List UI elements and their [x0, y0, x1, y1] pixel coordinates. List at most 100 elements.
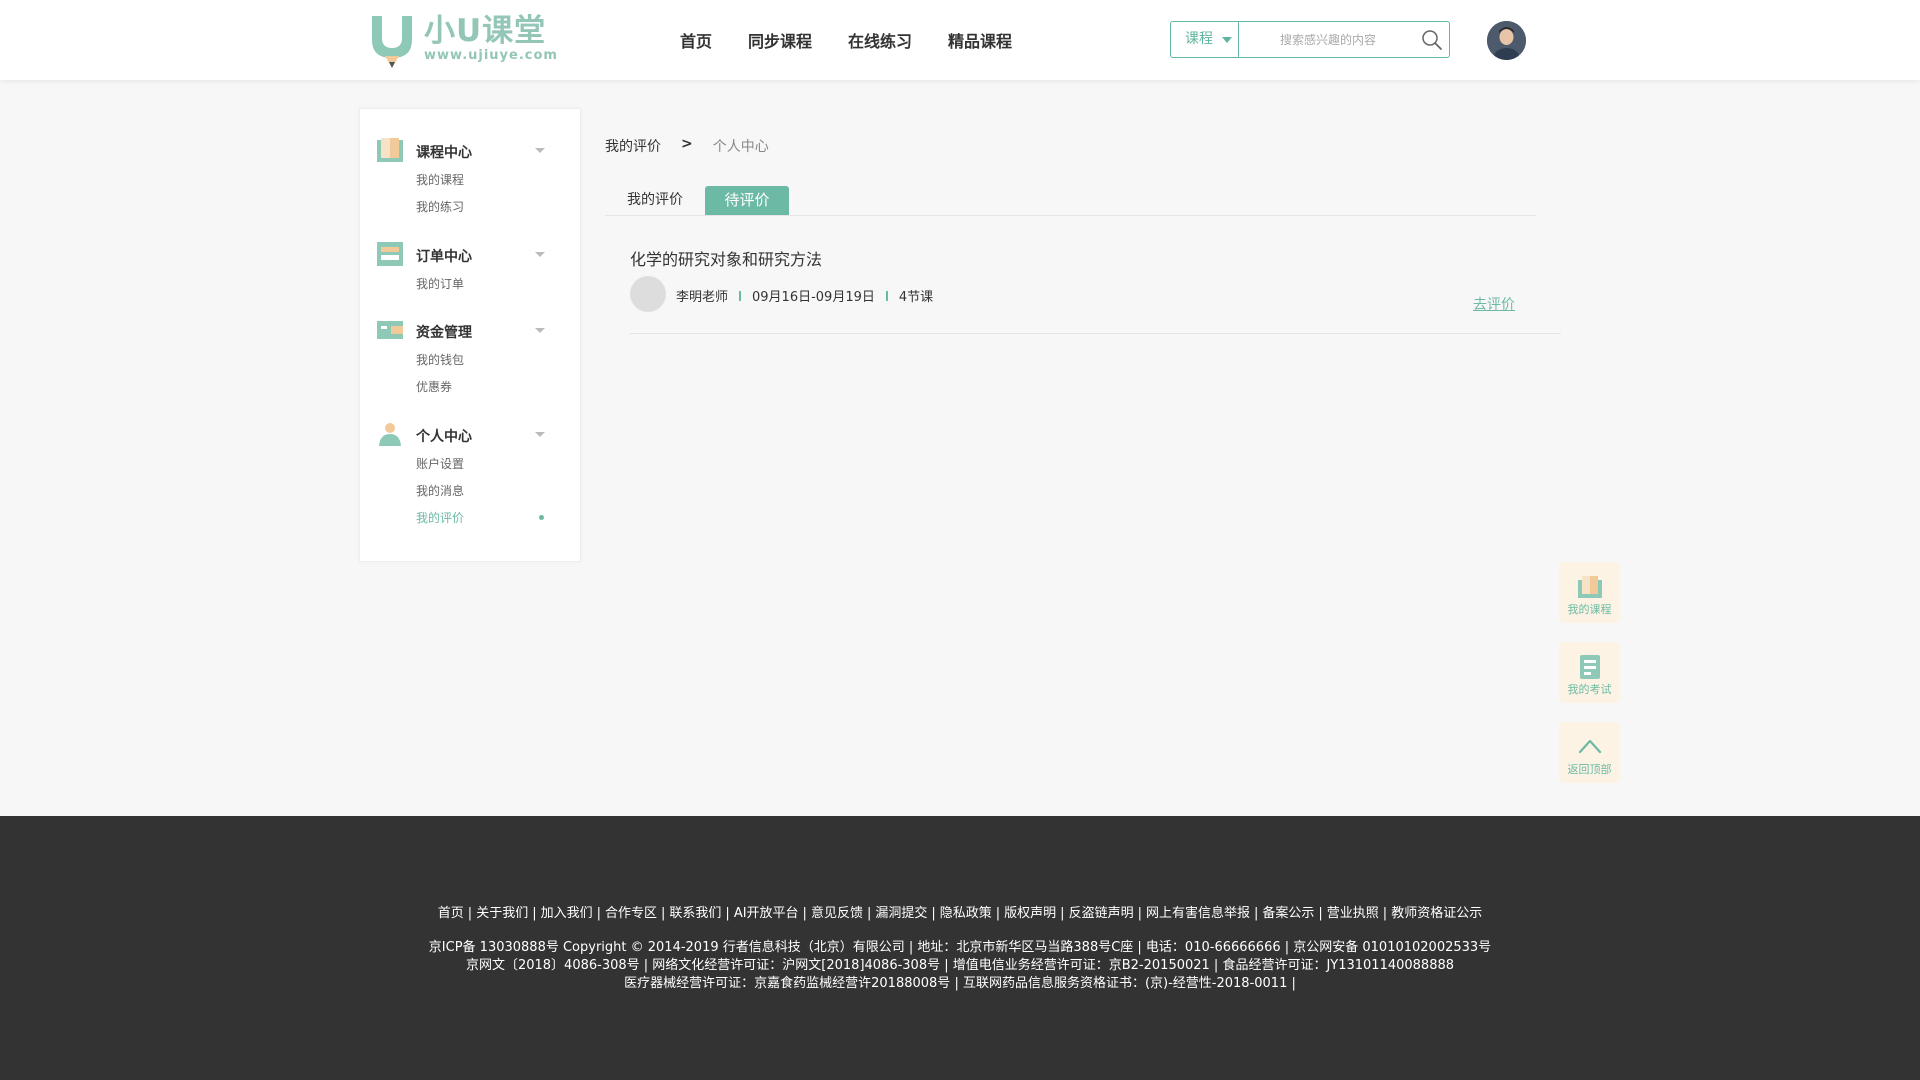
- book-icon: [377, 138, 403, 162]
- sidebar-item-my-practice[interactable]: 我的练习: [360, 192, 582, 219]
- sidebar-item-label: 优惠券: [416, 380, 453, 394]
- footer-link[interactable]: 隐私政策: [940, 906, 992, 921]
- sidebar-group-header[interactable]: 个人中心: [360, 419, 582, 449]
- site-logo[interactable]: 小U课堂 www.ujiuye.com: [368, 12, 558, 68]
- exam-icon: [1579, 655, 1600, 679]
- float-my-exams-button[interactable]: 我的考试: [1559, 642, 1620, 703]
- footer-link[interactable]: 加入我们: [541, 906, 593, 921]
- footer-link[interactable]: 营业执照: [1327, 906, 1379, 921]
- footer-link-separator: |: [1382, 906, 1388, 921]
- footer-link[interactable]: 版权声明: [1004, 906, 1056, 921]
- sidebar-group-header[interactable]: 资金管理: [360, 315, 582, 345]
- breadcrumb: 我的评价 > 个人中心: [605, 136, 769, 156]
- float-back-to-top-button[interactable]: 返回顶部: [1559, 722, 1620, 783]
- write-review-link[interactable]: 去评价: [1473, 294, 1515, 314]
- sidebar-group-title: 资金管理: [416, 325, 472, 341]
- course-book-icon: [1577, 576, 1602, 598]
- float-label: 我的考试: [1567, 683, 1612, 696]
- nav-premium-courses[interactable]: 精品课程: [948, 28, 1012, 52]
- footer-link-separator: |: [802, 906, 807, 921]
- chevron-down-icon[interactable]: [535, 328, 545, 333]
- sidebar-item-my-reviews[interactable]: 我的评价: [360, 503, 582, 530]
- search-category-select[interactable]: 课程: [1171, 22, 1239, 57]
- footer: 首页 | 关于我们 | 加入我们 | 合作专区 | 联系我们 | AI开放平台 | 意见反馈 | 漏洞提交 |…: [0, 816, 1920, 1080]
- user-avatar[interactable]: [1487, 21, 1526, 60]
- logo-u-icon: [372, 16, 412, 68]
- sidebar-item-label: 我的课程: [416, 173, 465, 187]
- footer-link-separator: |: [1318, 906, 1323, 921]
- footer-link[interactable]: 教师资格证公示: [1391, 906, 1482, 921]
- footer-link[interactable]: 网上有害信息举报: [1146, 906, 1250, 921]
- footer-link-separator: |: [661, 906, 666, 921]
- sidebar-item-account-settings[interactable]: 账户设置: [360, 449, 582, 476]
- nav-sync-courses[interactable]: 同步课程: [748, 28, 812, 52]
- sidebar-group-order-center: 订单中心 我的订单: [360, 239, 582, 296]
- tab-pending-reviews[interactable]: 待评价: [705, 186, 789, 215]
- sidebar-item-label: 我的消息: [416, 484, 465, 498]
- footer-license-line: 医疗器械经营许可证：京嘉食药监械经营许20188008号 | 互联网药品信息服务…: [624, 976, 1296, 991]
- sidebar-item-label: 我的练习: [416, 200, 465, 214]
- search-input[interactable]: [1243, 26, 1413, 53]
- footer-links: 首页 | 关于我们 | 加入我们 | 合作专区 | 联系我们 | AI开放平台 | 意见反馈 | 漏洞提交 |…: [0, 902, 1920, 921]
- sidebar-item-coupons[interactable]: 优惠券: [360, 372, 582, 399]
- sidebar-item-label: 我的评价: [416, 511, 465, 525]
- footer-link[interactable]: 合作专区: [605, 906, 657, 921]
- divider: [739, 290, 742, 301]
- avatar-person-icon: [1487, 21, 1526, 60]
- footer-link[interactable]: 意见反馈: [811, 906, 863, 921]
- nav-home[interactable]: 首页: [680, 28, 712, 52]
- lesson-count: 4节课: [898, 290, 934, 305]
- footer-link-separator: |: [1060, 906, 1065, 921]
- sidebar-item-my-orders[interactable]: 我的订单: [360, 269, 582, 296]
- divider: [885, 290, 888, 301]
- main-nav: 首页 同步课程 在线练习 精品课程: [680, 0, 1048, 80]
- footer-link[interactable]: 关于我们: [476, 906, 528, 921]
- chevron-down-icon[interactable]: [535, 432, 545, 437]
- sidebar-item-my-messages[interactable]: 我的消息: [360, 476, 582, 503]
- logo-url: www.ujiuye.com: [424, 48, 558, 63]
- teacher-avatar: [630, 276, 666, 312]
- footer-link[interactable]: 备案公示: [1262, 906, 1314, 921]
- footer-link[interactable]: AI开放平台: [734, 906, 799, 921]
- sidebar-item-label: 我的钱包: [416, 353, 465, 367]
- footer-link[interactable]: 反盗链声明: [1069, 906, 1134, 921]
- header: 小U课堂 www.ujiuye.com 首页 同步课程 在线练习 精品课程 课程: [0, 0, 1920, 80]
- teacher-name: 李明老师: [676, 290, 729, 305]
- sidebar-group-header[interactable]: 订单中心: [360, 239, 582, 269]
- search-category-label: 课程: [1185, 31, 1213, 47]
- footer-link-separator: |: [725, 906, 730, 921]
- sidebar-item-label: 我的订单: [416, 277, 465, 291]
- course-title[interactable]: 化学的研究对象和研究方法: [630, 246, 822, 270]
- sidebar-group-course-center: 课程中心 我的课程 我的练习: [360, 135, 582, 219]
- sidebar-group-personal-center: 个人中心 账户设置 我的消息 我的评价: [360, 419, 582, 530]
- chevron-down-icon[interactable]: [535, 148, 545, 153]
- footer-link[interactable]: 首页: [438, 906, 464, 921]
- breadcrumb-item[interactable]: 我的评价: [605, 136, 661, 156]
- sidebar: 课程中心 我的课程 我的练习 订单中心 我的订单 资金管理 我的钱包 优惠券 个…: [359, 108, 581, 562]
- footer-link-separator: |: [1137, 906, 1142, 921]
- search-box: 课程: [1170, 21, 1450, 58]
- float-my-courses-button[interactable]: 我的课程: [1559, 562, 1620, 623]
- sidebar-group-title: 个人中心: [416, 429, 472, 445]
- course-meta: 李明老师 09月16日-09月19日 4节课: [676, 286, 933, 305]
- footer-link-separator: |: [596, 906, 601, 921]
- list-item: 化学的研究对象和研究方法 李明老师 09月16日-09月19日 4节课 去评价: [630, 235, 1561, 334]
- sidebar-group-title: 课程中心: [416, 145, 472, 161]
- sidebar-group-header[interactable]: 课程中心: [360, 135, 582, 165]
- review-tabs: 我的评价 待评价: [605, 186, 1536, 216]
- search-icon[interactable]: [1421, 29, 1443, 51]
- tab-my-reviews[interactable]: 我的评价: [605, 186, 705, 215]
- footer-link-separator: |: [532, 906, 537, 921]
- footer-link-separator: |: [995, 906, 1001, 921]
- chevron-down-icon: [1222, 37, 1232, 43]
- chevron-down-icon[interactable]: [535, 252, 545, 257]
- breadcrumb-current: 个人中心: [712, 139, 769, 155]
- sidebar-item-my-courses[interactable]: 我的课程: [360, 165, 582, 192]
- footer-link[interactable]: 漏洞提交: [875, 906, 927, 921]
- order-icon: [377, 242, 403, 266]
- sidebar-item-my-wallet[interactable]: 我的钱包: [360, 345, 582, 372]
- person-icon: [379, 423, 401, 446]
- nav-online-practice[interactable]: 在线练习: [848, 28, 912, 52]
- footer-link[interactable]: 联系我们: [669, 906, 721, 921]
- footer-link-separator: |: [467, 906, 473, 921]
